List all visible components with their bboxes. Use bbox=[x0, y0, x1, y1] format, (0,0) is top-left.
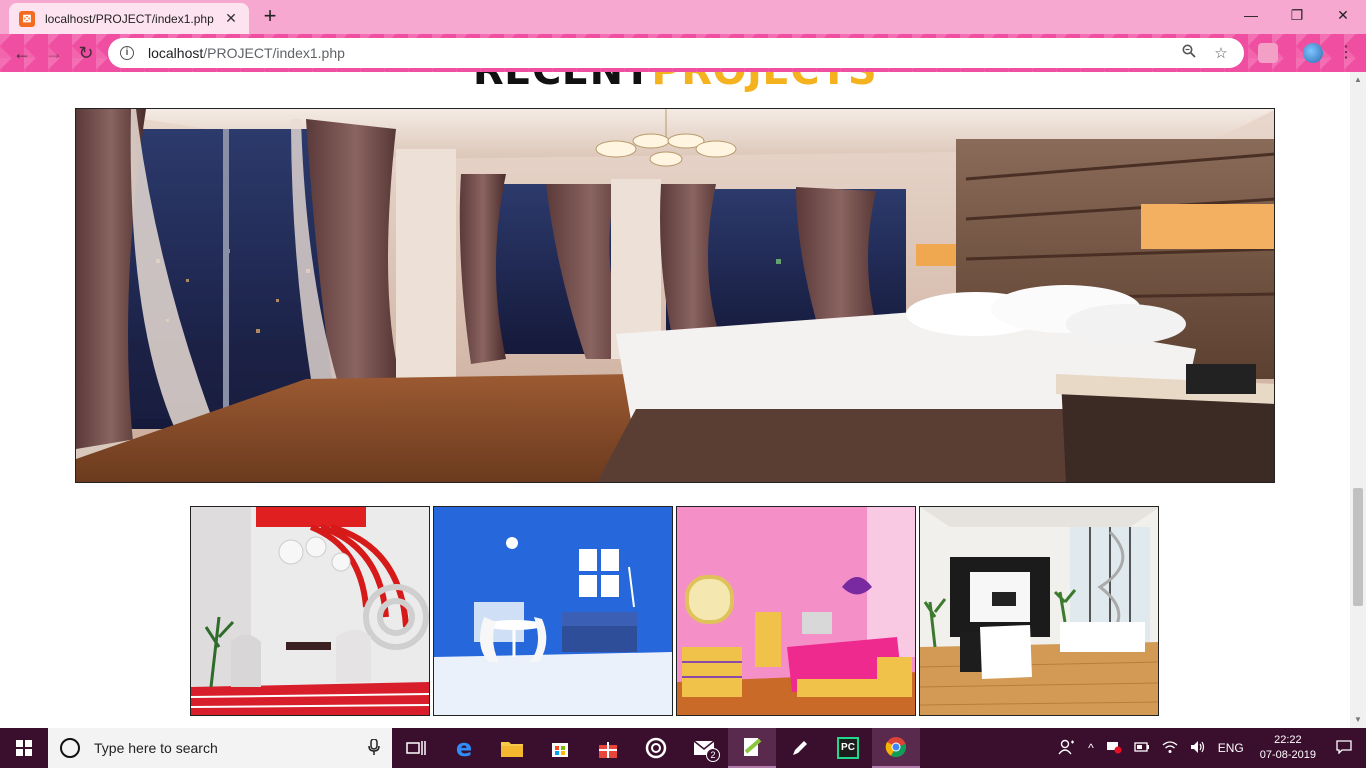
microphone-icon[interactable] bbox=[368, 737, 380, 758]
battery-icon[interactable] bbox=[1128, 741, 1156, 756]
windows-start-icon[interactable] bbox=[0, 728, 48, 768]
browser-tab[interactable]: ⊠ localhost/PROJECT/index1.php ✕ bbox=[9, 3, 249, 34]
site-info-icon[interactable]: i bbox=[120, 46, 134, 60]
edge-browser-icon[interactable]: e bbox=[440, 728, 488, 768]
profile-avatar-icon[interactable] bbox=[1303, 43, 1323, 63]
tab-close-icon[interactable]: ✕ bbox=[223, 10, 239, 27]
thumbnail-image[interactable] bbox=[433, 506, 673, 716]
url-text[interactable]: localhost/PROJECT/index1.php bbox=[148, 45, 1168, 61]
vertical-scrollbar[interactable]: ▲ ▼ bbox=[1350, 72, 1366, 728]
wifi-icon[interactable] bbox=[1156, 740, 1184, 757]
minimize-button[interactable]: — bbox=[1228, 0, 1274, 30]
media-player-icon[interactable] bbox=[632, 728, 680, 768]
clock-time: 22:22 bbox=[1274, 734, 1302, 746]
store-icon[interactable] bbox=[536, 728, 584, 768]
tab-title: localhost/PROJECT/index1.php bbox=[45, 11, 214, 26]
thumbnail-image[interactable] bbox=[919, 506, 1159, 716]
reload-icon[interactable]: ↻ bbox=[74, 41, 98, 65]
thumbnail-image[interactable] bbox=[190, 506, 430, 716]
taskbar-search-input[interactable]: Type here to search bbox=[48, 728, 392, 768]
language-indicator[interactable]: ENG bbox=[1212, 741, 1250, 755]
clock-date: 07-08-2019 bbox=[1259, 749, 1316, 761]
restore-button[interactable]: ❐ bbox=[1274, 0, 1320, 30]
cortana-circle-icon bbox=[60, 738, 80, 758]
system-tray: ^ ENG 22:22 07-08-2019 bbox=[1052, 728, 1366, 768]
mail-icon[interactable]: 2 bbox=[680, 728, 728, 768]
notifications-icon[interactable] bbox=[1326, 739, 1366, 757]
file-explorer-icon[interactable] bbox=[488, 728, 536, 768]
browser-toolbar: ← → ↻ i localhost/PROJECT/index1.php ☆ ⋮ bbox=[0, 34, 1366, 72]
scroll-thumb[interactable] bbox=[1353, 488, 1363, 606]
extension-icon[interactable] bbox=[1258, 43, 1278, 63]
mail-badge: 2 bbox=[706, 748, 720, 762]
people-icon[interactable] bbox=[1052, 739, 1082, 758]
pen-tool-icon[interactable] bbox=[776, 728, 824, 768]
section-heading: RECENTPROJECTS bbox=[0, 72, 1350, 94]
page-content: RECENTPROJECTS bbox=[0, 72, 1350, 728]
pycharm-icon[interactable]: PC bbox=[824, 728, 872, 768]
hero-bedroom-image bbox=[75, 108, 1275, 483]
bookmark-star-icon[interactable]: ☆ bbox=[1210, 44, 1232, 62]
gift-app-icon[interactable] bbox=[584, 728, 632, 768]
thumbnail-image[interactable] bbox=[676, 506, 916, 716]
tray-expand-icon[interactable]: ^ bbox=[1082, 741, 1100, 755]
search-placeholder: Type here to search bbox=[94, 740, 218, 756]
close-window-button[interactable]: ✕ bbox=[1320, 0, 1366, 30]
new-tab-button[interactable]: + bbox=[256, 5, 284, 29]
network-error-icon[interactable] bbox=[1100, 740, 1128, 757]
scroll-up-arrow-icon[interactable]: ▲ bbox=[1350, 72, 1366, 88]
volume-icon[interactable] bbox=[1184, 740, 1212, 757]
notepad-plus-icon[interactable] bbox=[728, 728, 776, 768]
address-bar[interactable]: i localhost/PROJECT/index1.php ☆ bbox=[108, 38, 1244, 68]
scroll-down-arrow-icon[interactable]: ▼ bbox=[1350, 712, 1366, 728]
menu-kebab-icon[interactable]: ⋮ bbox=[1334, 41, 1358, 65]
forward-arrow-icon[interactable]: → bbox=[42, 41, 66, 65]
chrome-icon[interactable] bbox=[872, 728, 920, 768]
task-view-icon[interactable] bbox=[392, 728, 440, 768]
browser-tab-strip: ⊠ localhost/PROJECT/index1.php ✕ + — ❐ ✕ bbox=[0, 0, 1366, 34]
xampp-favicon-icon: ⊠ bbox=[19, 10, 35, 27]
back-arrow-icon[interactable]: ← bbox=[10, 41, 34, 65]
windows-taskbar: Type here to search e 2 PC ^ ENG 22:22 0… bbox=[0, 728, 1366, 768]
clock[interactable]: 22:22 07-08-2019 bbox=[1250, 733, 1326, 763]
zoom-icon[interactable] bbox=[1178, 44, 1200, 62]
